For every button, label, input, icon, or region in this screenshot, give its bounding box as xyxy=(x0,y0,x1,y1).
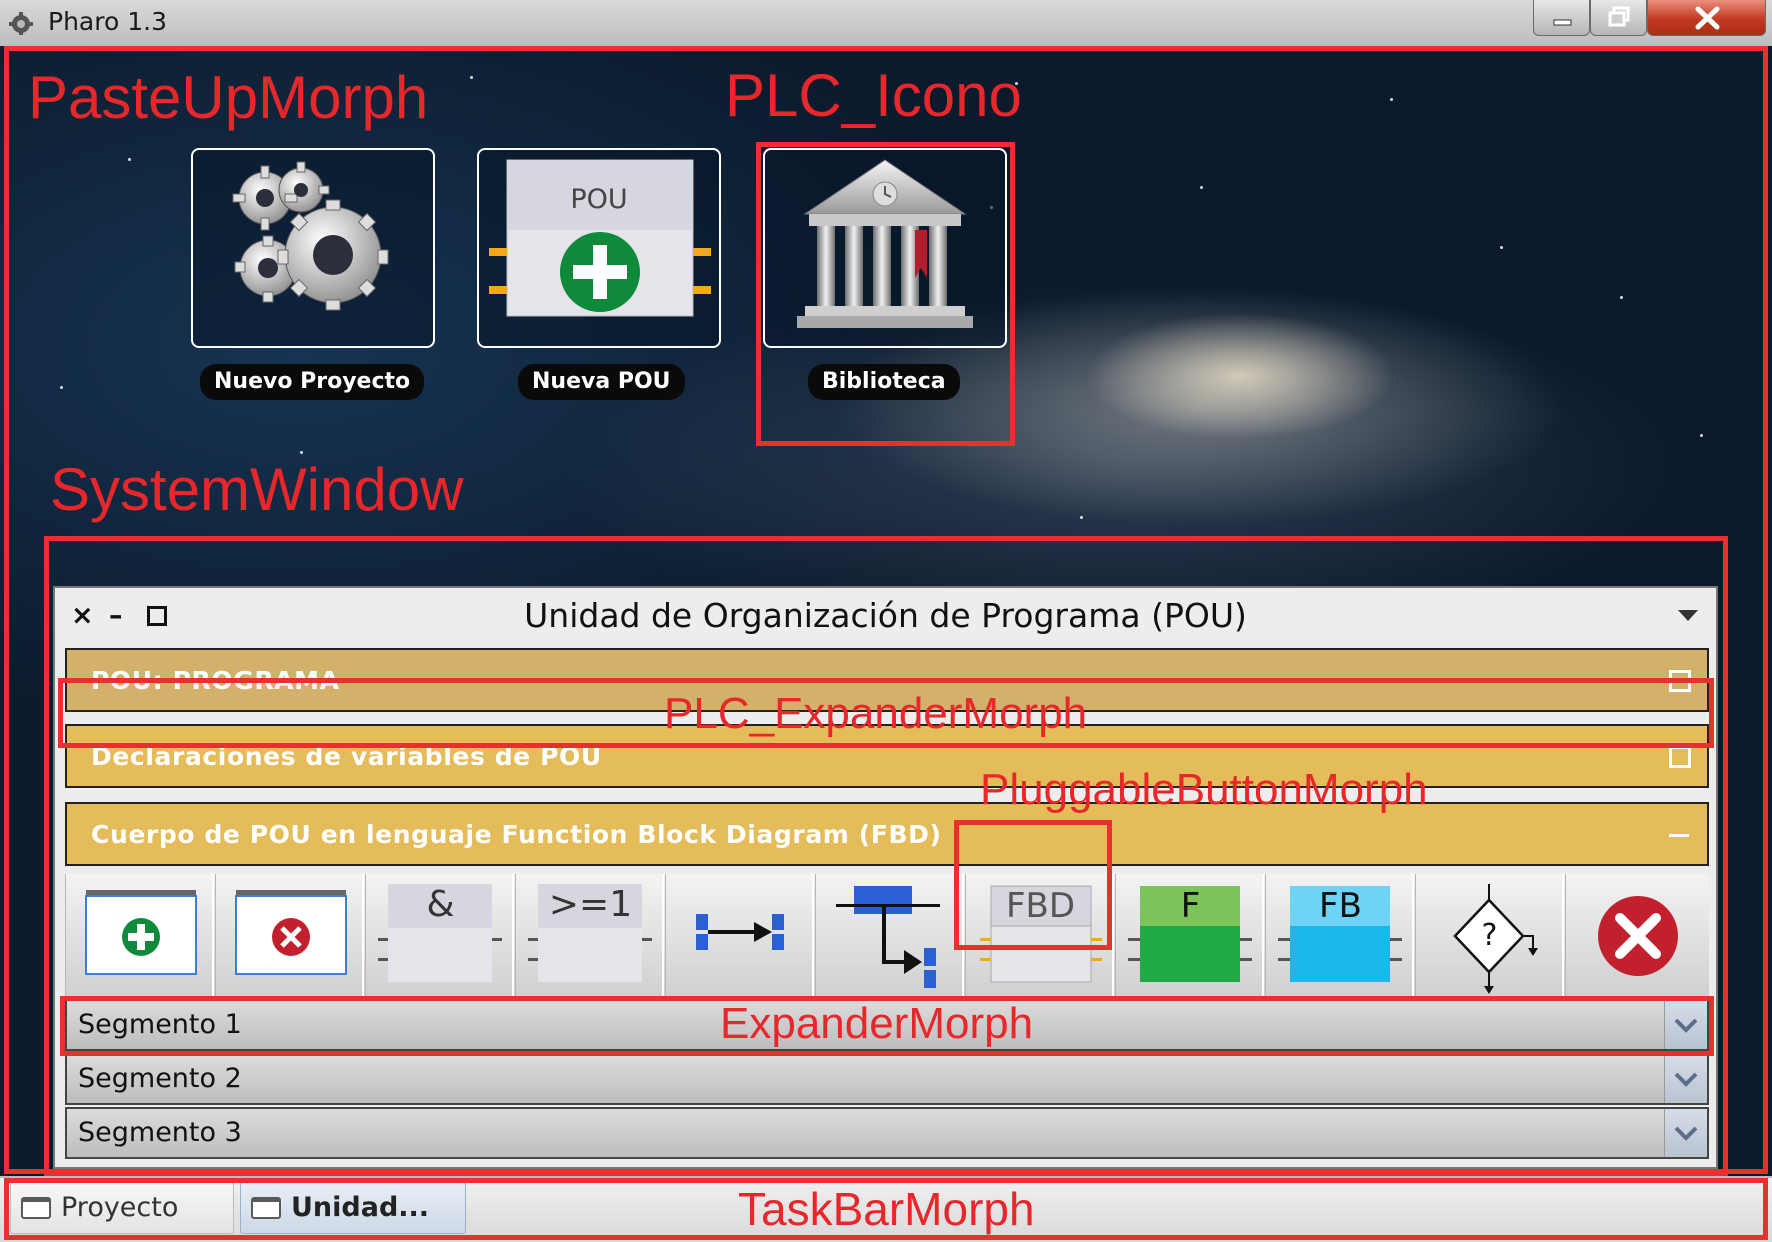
fbd-block-text: FBD xyxy=(1005,886,1076,926)
window-menu-arrow-icon[interactable] xyxy=(1678,610,1698,621)
segmento-2-expander[interactable]: Segmento 2 xyxy=(65,1053,1709,1105)
collapse-toggle-icon[interactable] xyxy=(1669,834,1689,837)
branch-button[interactable] xyxy=(815,874,964,999)
plc-expander-morph-annotation: PLC_ExpanderMorph xyxy=(664,689,1088,738)
segment-label: Segmento 1 xyxy=(78,1009,242,1040)
remove-network-button[interactable] xyxy=(215,874,364,999)
star xyxy=(128,158,131,161)
task-proyecto[interactable]: Proyecto xyxy=(10,1182,234,1234)
pou-block-text: POU xyxy=(570,184,628,215)
task-label: Unidad... xyxy=(291,1192,430,1223)
os-restore-button[interactable] xyxy=(1590,0,1647,36)
expand-toggle-icon[interactable] xyxy=(1669,670,1691,692)
connection-arrow-icon xyxy=(696,914,784,950)
nuevo-proyecto-desktop-icon[interactable] xyxy=(191,148,435,348)
window-minimize-button[interactable]: – xyxy=(109,602,123,629)
biblioteca-label: Biblioteca xyxy=(808,364,960,400)
star xyxy=(1390,98,1393,101)
segmento-3-expander[interactable]: Segmento 3 xyxy=(65,1107,1709,1159)
pharo-app-icon xyxy=(9,12,33,35)
fb-block-button[interactable]: FB xyxy=(1265,874,1414,999)
segment-label: Segmento 2 xyxy=(78,1063,242,1094)
os-title-bar[interactable]: Pharo 1.3 xyxy=(0,0,1772,47)
plc-icono-annotation: PLC_Icono xyxy=(725,62,1022,129)
add-network-button[interactable] xyxy=(65,874,214,999)
branch-arrow-icon xyxy=(836,886,940,988)
close-icon xyxy=(1695,6,1720,30)
library-building-icon xyxy=(797,159,973,328)
remove-window-icon xyxy=(235,890,347,975)
system-window-annotation: SystemWindow xyxy=(50,456,464,523)
delete-button[interactable] xyxy=(1565,874,1709,999)
fbd-toolbar: & >=1 FBD F FB ? xyxy=(65,874,1709,1000)
star xyxy=(1500,246,1503,249)
task-label: Proyecto xyxy=(61,1192,179,1223)
star xyxy=(1700,434,1703,437)
star xyxy=(1620,296,1623,299)
function-block-text: F xyxy=(1180,886,1201,926)
star xyxy=(470,76,473,79)
task-unidad[interactable]: Unidad... xyxy=(240,1182,466,1234)
condition-button[interactable]: ? xyxy=(1415,874,1564,999)
window-title: Unidad de Organización de Programa (POU) xyxy=(524,596,1247,635)
window-maximize-button[interactable] xyxy=(147,606,167,626)
or-block-text: >=1 xyxy=(548,884,633,925)
star xyxy=(60,386,63,389)
and-block-button[interactable]: & xyxy=(365,874,514,999)
restore-icon xyxy=(1608,6,1630,27)
nuevo-proyecto-label: Nuevo Proyecto xyxy=(200,364,425,400)
window-icon xyxy=(251,1197,281,1219)
star xyxy=(300,451,303,454)
chevron-down-icon[interactable] xyxy=(1664,1001,1707,1049)
fbd-block-button[interactable]: FBD xyxy=(965,874,1114,999)
condition-text: ? xyxy=(1481,918,1498,953)
os-close-button[interactable] xyxy=(1647,0,1766,36)
minimize-icon xyxy=(1553,19,1572,26)
paste-up-morph-annotation: PasteUpMorph xyxy=(28,64,429,131)
expander-morph-annotation: ExpanderMorph xyxy=(720,999,1034,1048)
window-icon xyxy=(21,1197,51,1219)
cuerpo-fbd-expander[interactable]: Cuerpo de POU en lenguaje Function Block… xyxy=(65,802,1709,866)
gears-icon xyxy=(232,161,389,311)
or-block-button[interactable]: >=1 xyxy=(515,874,664,999)
cuerpo-fbd-label: Cuerpo de POU en lenguaje Function Block… xyxy=(91,820,942,849)
and-block-text: & xyxy=(426,884,455,925)
star xyxy=(1080,516,1083,519)
pou-add-icon xyxy=(489,159,711,317)
chevron-down-icon[interactable] xyxy=(1664,1055,1707,1103)
task-bar-morph-annotation: TaskBarMorph xyxy=(738,1183,1035,1235)
add-window-icon xyxy=(85,890,197,975)
system-window[interactable]: Unidad de Organización de Programa (POU)… xyxy=(53,586,1718,1169)
os-window-title: Pharo 1.3 xyxy=(48,7,167,36)
pou-programa-label: POU: PROGRAMA xyxy=(91,666,340,695)
desktop-world[interactable]: Nuevo Proyecto POU Nueva POU Biblioteca xyxy=(0,46,1772,1176)
expand-toggle-icon[interactable] xyxy=(1669,746,1691,768)
fb-block-text: FB xyxy=(1319,886,1362,926)
delete-icon xyxy=(1598,896,1678,976)
os-minimize-button[interactable] xyxy=(1533,0,1590,36)
pluggable-button-morph-annotation: PluggableButtonMorph xyxy=(980,765,1428,814)
segment-label: Segmento 3 xyxy=(78,1117,242,1148)
connection-button[interactable] xyxy=(665,874,814,999)
nueva-pou-desktop-icon[interactable]: POU xyxy=(477,148,721,348)
chevron-down-icon[interactable] xyxy=(1664,1109,1707,1157)
declaraciones-label: Declaraciones de variables de POU xyxy=(91,742,602,771)
biblioteca-desktop-icon[interactable] xyxy=(763,148,1007,348)
function-block-button[interactable]: F xyxy=(1115,874,1264,999)
star xyxy=(1200,186,1203,189)
window-close-button[interactable]: × xyxy=(71,602,94,629)
taskbar: Proyecto Unidad... TaskBarMorph xyxy=(0,1176,1772,1242)
nueva-pou-label: Nueva POU xyxy=(518,364,685,400)
